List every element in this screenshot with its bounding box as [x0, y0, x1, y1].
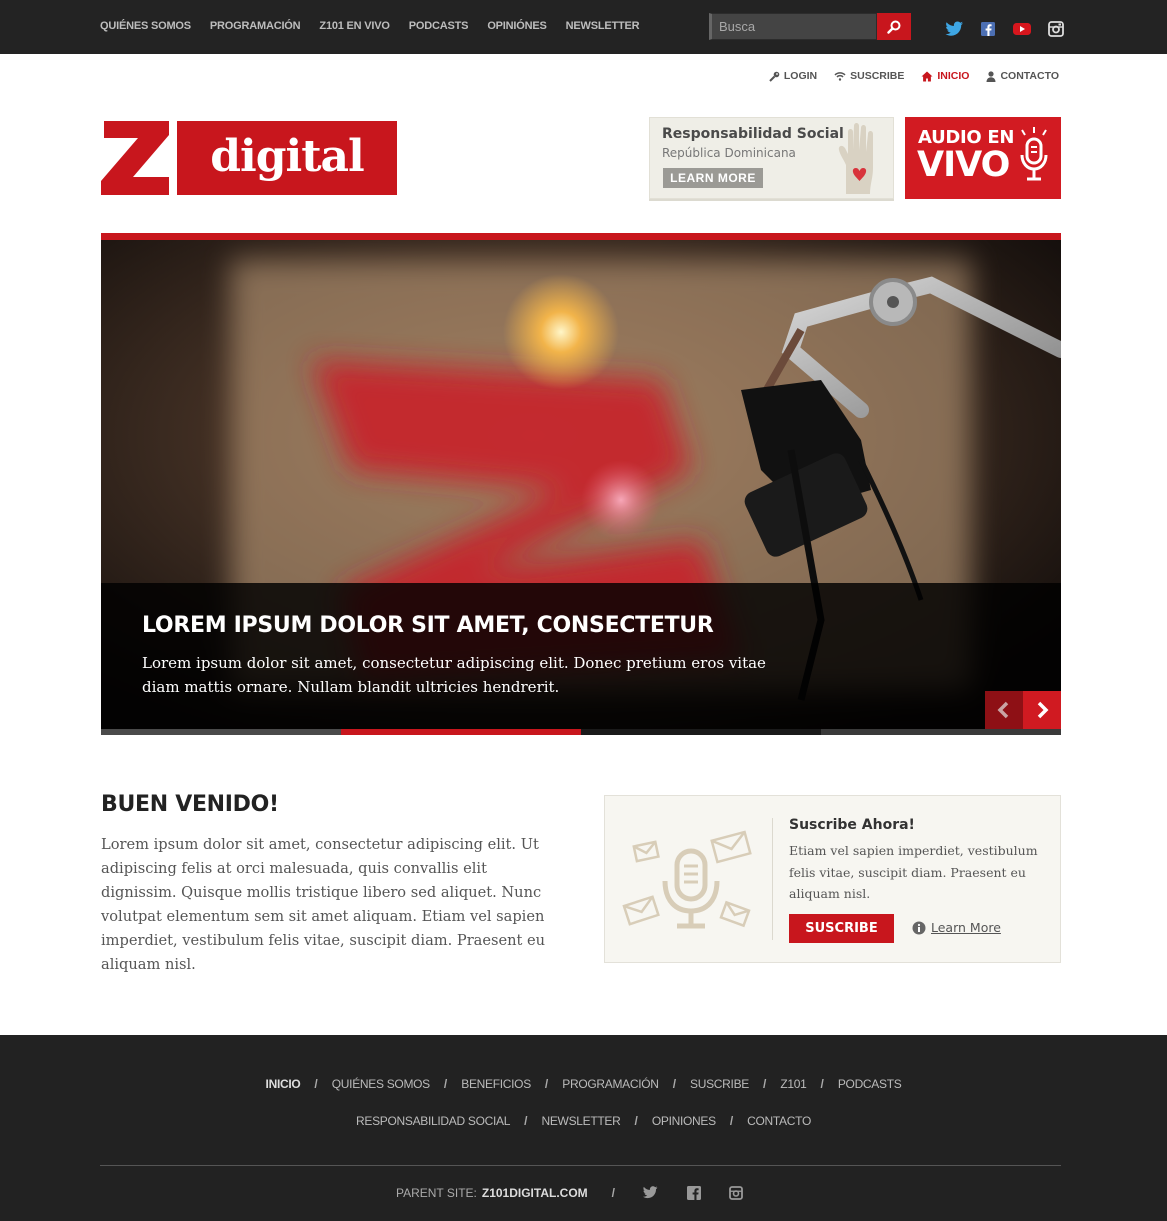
slider-indicator-3[interactable] — [581, 729, 821, 735]
slide-title: LOREM IPSUM DOLOR SIT AMET, CONSECTETUR — [142, 613, 714, 638]
topnav-programacion[interactable]: PROGRAMACIÓN — [210, 20, 301, 32]
facebook-icon[interactable] — [687, 1185, 702, 1200]
social-links-top — [944, 20, 1080, 38]
utility-nav: LOGIN SUSCRIBE INICIO CONTACTO — [752, 70, 1059, 82]
footer-nav-separator: / — [634, 1114, 638, 1128]
subscribe-text: Etiam vel sapien imperdiet, vestibulum f… — [789, 843, 1038, 901]
site-logo[interactable]: digital — [101, 119, 397, 197]
footer-link-newsletter[interactable]: NEWSLETTER — [541, 1114, 620, 1128]
facebook-icon[interactable] — [978, 20, 998, 38]
inicio-label: INICIO — [937, 70, 970, 82]
footer-divider — [100, 1165, 1061, 1166]
rs-title: Responsabilidad Social — [662, 126, 844, 142]
home-icon — [921, 71, 933, 81]
slider-indicator-1[interactable] — [101, 729, 341, 735]
welcome-title: BUEN VENIDO! — [101, 792, 279, 817]
search-icon — [887, 20, 901, 34]
hand-heart-icon — [838, 123, 873, 194]
footer-link-inicio[interactable]: INICIO — [266, 1077, 301, 1091]
learn-more-link[interactable]: Learn More — [931, 920, 1001, 935]
rs-learn-more-button[interactable]: LEARN MORE — [663, 168, 763, 188]
slide-caption: LOREM IPSUM DOLOR SIT AMET, CONSECTETUR … — [101, 583, 1061, 729]
learn-more-link-wrap: Learn More — [912, 920, 1001, 935]
topnav-podcasts[interactable]: PODCASTS — [409, 20, 469, 32]
topnav-newsletter[interactable]: NEWSLETTER — [566, 20, 640, 32]
top-bar: QUIÉNES SOMOS PROGRAMACIÓN Z101 EN VIVO … — [0, 0, 1167, 54]
subscribe-title: Suscribe Ahora! — [789, 817, 915, 833]
slide-text: Lorem ipsum dolor sit amet, consectetur … — [142, 654, 766, 696]
slider-prev-button[interactable] — [985, 691, 1023, 729]
footer-nav-row-2: RESPONSABILIDAD SOCIAL / NEWSLETTER / OPINIO… — [0, 1114, 1167, 1128]
chevron-left-icon — [997, 701, 1009, 719]
search-input[interactable] — [709, 13, 877, 40]
audio-en-vivo-button[interactable]: AUDIO EN VIVO — [905, 117, 1061, 199]
contacto-link[interactable]: CONTACTO — [986, 70, 1059, 82]
footer-nav-separator: / — [672, 1077, 677, 1091]
footer-link-beneficios[interactable]: BENEFICIOS — [461, 1077, 531, 1091]
footer-link-programación[interactable]: PROGRAMACIÓN — [562, 1077, 659, 1091]
user-icon — [986, 70, 996, 82]
wifi-icon — [834, 72, 846, 81]
twitter-icon[interactable] — [641, 1185, 659, 1200]
info-icon — [912, 921, 926, 934]
footer-bottom: PARENT SITE: Z101DIGITAL.COM / — [0, 1185, 1167, 1200]
instagram-icon[interactable] — [729, 1185, 743, 1200]
audio-line2: VIVO — [917, 145, 1010, 185]
responsabilidad-social-banner[interactable]: Responsabilidad Social República Dominic… — [649, 117, 894, 199]
youtube-icon[interactable] — [1012, 20, 1032, 38]
footer-separator: / — [611, 1185, 616, 1200]
footer-link-opiniones[interactable]: OPINIONES — [652, 1114, 716, 1128]
slider-next-button[interactable] — [1023, 691, 1061, 729]
footer-nav-separator: / — [314, 1077, 318, 1091]
topnav-opiniones[interactable]: OPINIÓNES — [487, 20, 547, 32]
footer-nav-separator: / — [762, 1077, 767, 1091]
slider-indicator-2[interactable] — [341, 729, 581, 735]
slider-indicator-4[interactable] — [821, 729, 1061, 735]
svg-text:digital: digital — [210, 131, 364, 182]
subscribe-divider — [772, 818, 773, 940]
login-link[interactable]: LOGIN — [769, 70, 817, 82]
search-button[interactable] — [877, 13, 911, 40]
slider-top-accent — [101, 233, 1061, 240]
suscribe-link[interactable]: SUSCRIBE — [834, 70, 904, 82]
footer-link-z101[interactable]: Z101 — [780, 1077, 806, 1091]
footer-nav-separator: / — [443, 1077, 448, 1091]
podcast-mail-illustration — [622, 830, 752, 929]
key-icon — [769, 71, 780, 82]
footer-link-suscribe[interactable]: SUSCRIBE — [690, 1077, 749, 1091]
slider-progress — [101, 729, 1061, 735]
chevron-right-icon — [1037, 701, 1049, 719]
footer-link-quiénes-somos[interactable]: QUIÉNES SOMOS — [332, 1077, 430, 1091]
inicio-link[interactable]: INICIO — [921, 70, 969, 82]
footer-link-podcasts[interactable]: PODCASTS — [838, 1077, 902, 1091]
footer-nav-separator: / — [544, 1077, 549, 1091]
top-nav: QUIÉNES SOMOS PROGRAMACIÓN Z101 EN VIVO … — [100, 20, 658, 32]
footer-link-responsabilidad-social[interactable]: RESPONSABILIDAD SOCIAL — [356, 1114, 510, 1128]
suscribe-label: SUSCRIBE — [850, 70, 905, 82]
topnav-z101-en-vivo[interactable]: Z101 EN VIVO — [319, 20, 390, 32]
search-form — [709, 13, 911, 40]
footer-nav-separator: / — [820, 1077, 824, 1091]
subscribe-box: Suscribe Ahora! Etiam vel sapien imperdi… — [604, 795, 1061, 963]
microphone-icon — [1020, 127, 1048, 181]
topnav-quienes-somos[interactable]: QUIÉNES SOMOS — [100, 20, 191, 32]
footer-link-contacto[interactable]: CONTACTO — [747, 1114, 811, 1128]
footer-nav-separator: / — [524, 1114, 528, 1128]
parent-site-label: PARENT SITE: — [395, 1185, 477, 1200]
hero-slider: LOREM IPSUM DOLOR SIT AMET, CONSECTETUR … — [101, 233, 1061, 735]
footer: INICIO / QUIÉNES SOMOS / BENEFICIOS / PROGRAMA… — [0, 1035, 1167, 1221]
twitter-icon[interactable] — [944, 20, 964, 38]
login-label: LOGIN — [783, 70, 818, 82]
instagram-icon[interactable] — [1046, 20, 1066, 38]
subscribe-button[interactable]: SUSCRIBE — [789, 914, 894, 943]
parent-site-link[interactable]: Z101DIGITAL.COM — [482, 1186, 588, 1200]
welcome-text: Lorem ipsum dolor sit amet, consectetur … — [101, 836, 546, 973]
contacto-label: CONTACTO — [1000, 70, 1059, 82]
rs-subtitle: República Dominicana — [662, 146, 796, 160]
footer-nav-row-1: INICIO / QUIÉNES SOMOS / BENEFICIOS / PROGRAMA… — [0, 1077, 1167, 1091]
footer-nav-separator: / — [729, 1114, 734, 1128]
